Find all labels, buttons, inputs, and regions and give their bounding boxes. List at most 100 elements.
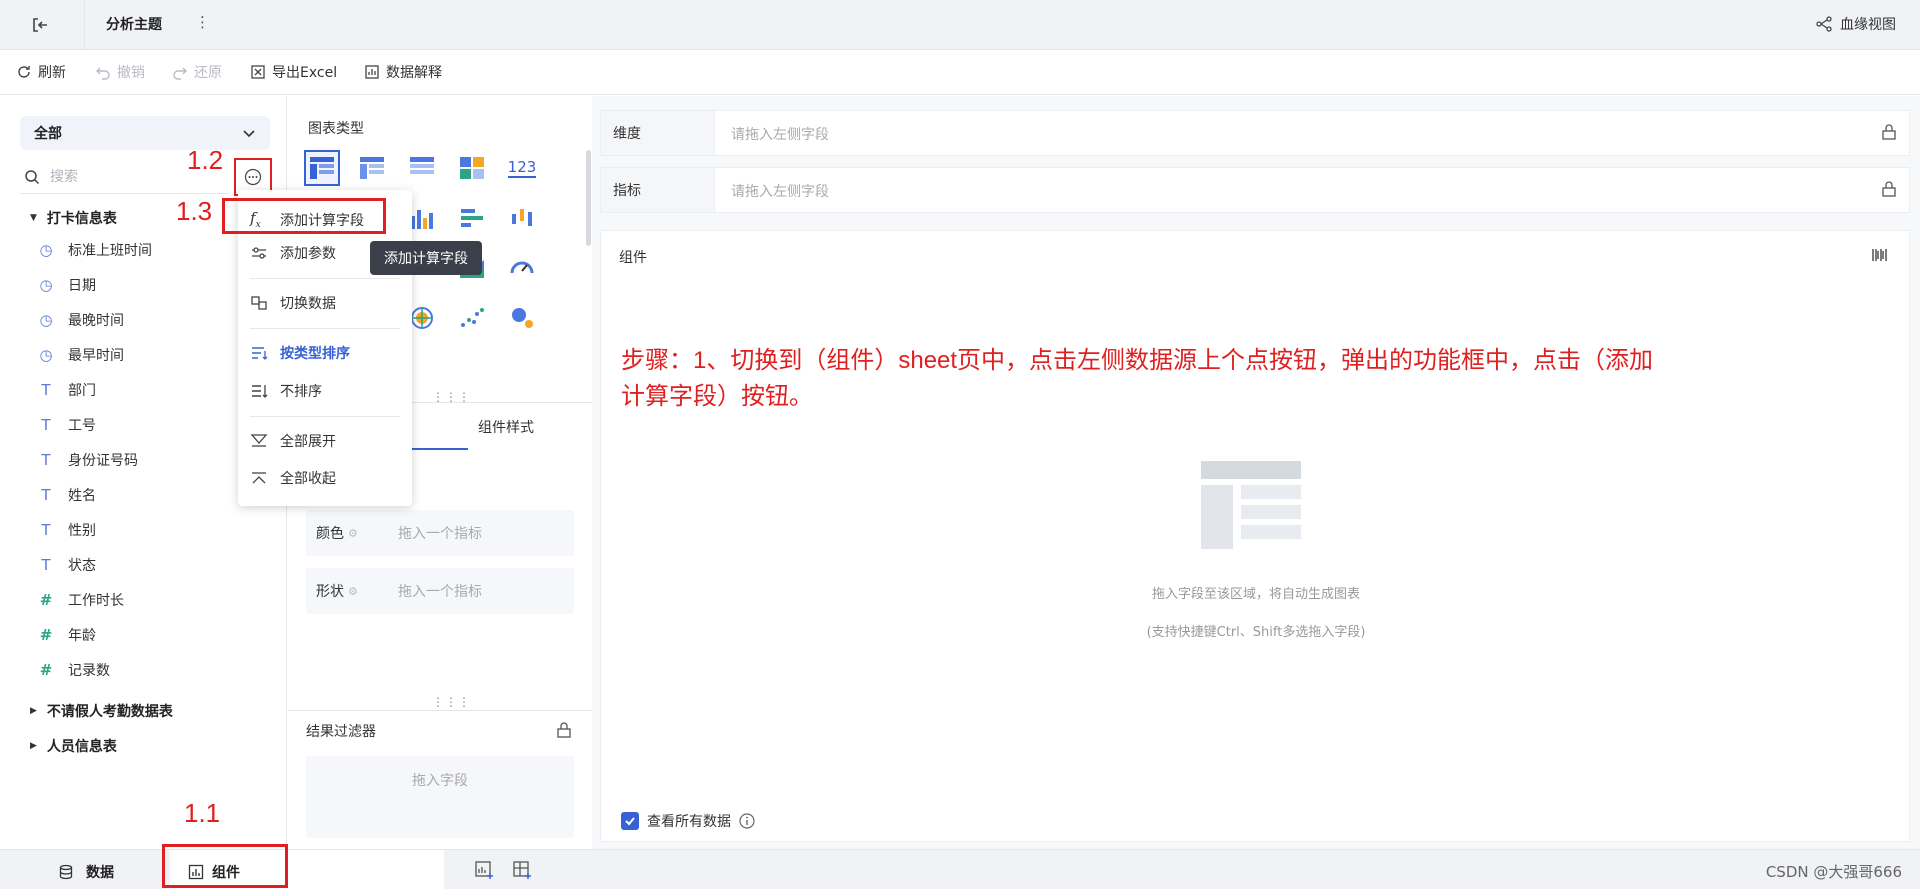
- field-item[interactable]: ◷ 标准上班时间: [38, 240, 152, 260]
- chart-type-group-table[interactable]: [354, 150, 390, 186]
- field-item[interactable]: ◷ 最早时间: [38, 345, 124, 365]
- menu-item-label: 全部收起: [280, 471, 336, 487]
- checkbox-checked-icon: [621, 812, 639, 830]
- tree-group-personnel[interactable]: ▶ 人员信息表: [30, 736, 117, 756]
- data-explain-button[interactable]: 数据解释: [364, 62, 442, 82]
- field-label: 工号: [68, 418, 96, 434]
- caret-right-icon: ▶: [30, 741, 37, 751]
- info-icon[interactable]: [739, 813, 755, 829]
- menu-item-label: 添加参数: [280, 246, 336, 262]
- result-filter-dropzone[interactable]: 拖入字段: [306, 756, 574, 838]
- title-more-button[interactable]: ⋮: [195, 13, 210, 31]
- dimension-placeholder: 请拖入左侧字段: [731, 127, 829, 143]
- field-item[interactable]: T 身份证号码: [38, 450, 138, 470]
- number-icon: #: [39, 591, 53, 609]
- toolbar: 刷新 撤销 还原 导出Excel 数据解释: [0, 51, 1920, 95]
- chart-type-gauge[interactable]: [504, 250, 540, 286]
- chart-type-scatter[interactable]: [454, 300, 490, 336]
- lock-icon[interactable]: [1881, 181, 1897, 197]
- lock-icon[interactable]: [1881, 124, 1897, 140]
- number-icon: #: [39, 661, 53, 679]
- metric-label: 指标: [601, 168, 715, 212]
- canvas-title: 组件: [619, 250, 647, 266]
- top-bar: 分析主题 ⋮ 血缘视图: [0, 0, 1920, 50]
- clock-icon: ◷: [39, 346, 53, 364]
- menu-no-sort[interactable]: 不排序: [250, 381, 322, 401]
- chart-type-boxplot[interactable]: [504, 200, 540, 236]
- excel-icon: [251, 65, 265, 79]
- field-label: 年龄: [68, 628, 96, 644]
- group-label: 打卡信息表: [46, 211, 117, 227]
- shape-label: 形状: [316, 584, 344, 600]
- divider: [84, 0, 85, 50]
- text-icon: T: [41, 521, 51, 539]
- view-all-label: 查看所有数据: [647, 814, 731, 830]
- field-item[interactable]: T 姓名: [38, 485, 96, 505]
- field-item[interactable]: T 部门: [38, 380, 96, 400]
- field-item[interactable]: # 工作时长: [38, 590, 124, 610]
- menu-sort-by-type[interactable]: 按类型排序: [250, 343, 350, 363]
- undo-button[interactable]: 撤销: [95, 62, 145, 82]
- color-drop-placeholder: 拖入一个指标: [398, 526, 482, 542]
- active-tab-indicator: [408, 448, 468, 450]
- text-icon: T: [41, 486, 51, 504]
- field-item[interactable]: # 年龄: [38, 625, 96, 645]
- field-label: 性别: [68, 523, 96, 539]
- menu-collapse-all[interactable]: 全部收起: [250, 468, 336, 488]
- tree-group-attendance[interactable]: ▼ 打卡信息表: [30, 208, 117, 228]
- chart-type-detail-table[interactable]: [304, 150, 340, 186]
- dimension-label: 维度: [601, 111, 715, 155]
- color-property-row[interactable]: 颜色 ⚙ 拖入一个指标: [306, 510, 574, 556]
- back-icon[interactable]: [28, 13, 52, 37]
- field-item[interactable]: T 工号: [38, 415, 96, 435]
- metric-placeholder: 请拖入左侧字段: [731, 184, 829, 200]
- color-label: 颜色: [316, 526, 344, 542]
- annotation-highlight-box: [162, 844, 288, 888]
- shape-property-row[interactable]: 形状 ⚙ 拖入一个指标: [306, 568, 574, 614]
- chart-type-scrollbar[interactable]: [586, 150, 591, 246]
- dimension-shelf[interactable]: 维度 请拖入左侧字段: [600, 110, 1910, 156]
- add-dashboard-icon[interactable]: [512, 860, 532, 880]
- radar-icon: [411, 307, 433, 329]
- chart-type-horizontal-bar[interactable]: [454, 200, 490, 236]
- field-item[interactable]: ◷ 日期: [38, 275, 96, 295]
- export-excel-button[interactable]: 导出Excel: [250, 62, 337, 82]
- empty-hint-shortcut: (支持快捷键Ctrl、Shift多选拖入字段): [1146, 625, 1366, 640]
- field-item[interactable]: T 性别: [38, 520, 96, 540]
- caret-right-icon: ▶: [30, 706, 37, 716]
- search-input[interactable]: [50, 168, 200, 185]
- chart-type-bubble[interactable]: [504, 300, 540, 336]
- tree-group-no-leave[interactable]: ▶ 不请假人考勤数据表: [30, 701, 173, 721]
- more-dots-icon: [244, 168, 262, 186]
- chart-type-cross-table[interactable]: [404, 150, 440, 186]
- lineage-view-button[interactable]: 血缘视图: [1816, 14, 1896, 34]
- refresh-label: 刷新: [38, 65, 66, 81]
- add-component-icon[interactable]: [474, 860, 494, 880]
- undo-icon: [96, 67, 110, 80]
- chart-workspace: 维度 请拖入左侧字段 指标 请拖入左侧字段 组件 步骤：1、切换到（组件）she…: [592, 96, 1920, 849]
- number-icon: #: [39, 626, 53, 644]
- chart-type-number[interactable]: 123: [504, 150, 540, 186]
- tab-data[interactable]: 数据: [58, 862, 114, 882]
- barcode-icon[interactable]: [1871, 247, 1889, 263]
- text-icon: T: [41, 451, 51, 469]
- tab-component-style[interactable]: 组件样式: [478, 417, 534, 437]
- drag-handle-icon[interactable]: ⋮⋮⋮: [432, 695, 471, 709]
- field-item[interactable]: # 记录数: [38, 660, 110, 680]
- chart-canvas[interactable]: 组件 步骤：1、切换到（组件）sheet页中，点击左侧数据源上个点按钮，弹出的功…: [600, 230, 1910, 842]
- lock-icon[interactable]: [556, 722, 572, 738]
- field-label: 最早时间: [68, 348, 124, 364]
- refresh-button[interactable]: 刷新: [16, 62, 66, 82]
- annotation-highlight-box: [222, 198, 386, 234]
- field-item[interactable]: ◷ 最晚时间: [38, 310, 124, 330]
- redo-button[interactable]: 还原: [172, 62, 222, 82]
- field-label: 姓名: [68, 488, 96, 504]
- field-item[interactable]: T 状态: [38, 555, 96, 575]
- metric-shelf[interactable]: 指标 请拖入左侧字段: [600, 167, 1910, 213]
- chart-type-kpi[interactable]: [454, 150, 490, 186]
- datasource-select[interactable]: 全部: [20, 116, 270, 150]
- view-all-data-checkbox[interactable]: 查看所有数据: [621, 811, 755, 831]
- menu-expand-all[interactable]: 全部展开: [250, 431, 336, 451]
- menu-add-parameter[interactable]: 添加参数: [250, 243, 336, 263]
- menu-switch-data[interactable]: 切换数据: [250, 293, 336, 313]
